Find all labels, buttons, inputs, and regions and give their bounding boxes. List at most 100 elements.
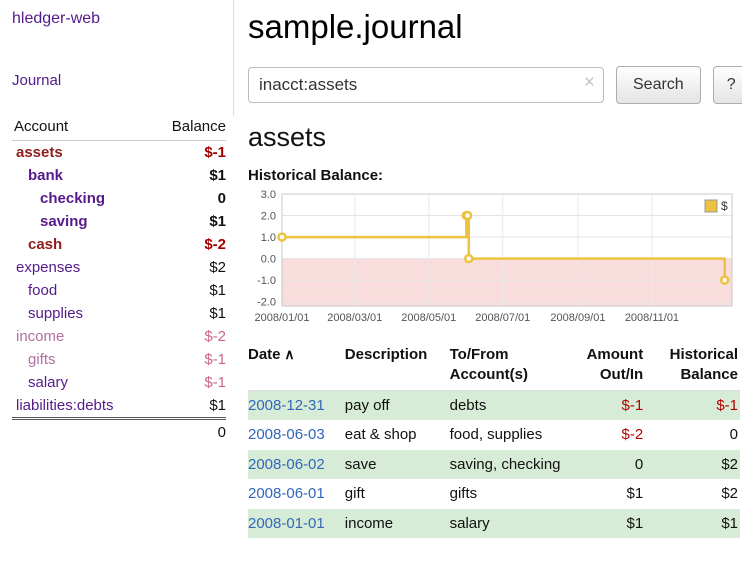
accounts-header-balance: Balance xyxy=(150,115,226,141)
search-input[interactable] xyxy=(248,67,604,103)
svg-text:1.0: 1.0 xyxy=(261,232,276,244)
account-balance: $1 xyxy=(150,279,226,302)
svg-text:2008/03/01: 2008/03/01 xyxy=(327,312,382,324)
account-row: expenses $2 xyxy=(12,256,226,279)
account-row: bank $1 xyxy=(12,164,226,187)
register-accounts: gifts xyxy=(450,479,569,509)
register-amount: $-1 xyxy=(569,390,650,420)
account-row: assets $-1 xyxy=(12,141,226,165)
account-link[interactable]: cash xyxy=(28,236,62,253)
register-col-description: Description xyxy=(345,343,450,390)
register-row: 2008-06-01 giftgifts$1$2 xyxy=(248,479,740,509)
account-link[interactable]: gifts xyxy=(28,351,56,368)
svg-text:-1.0: -1.0 xyxy=(257,275,276,287)
register-amount: $1 xyxy=(569,479,650,509)
account-link[interactable]: assets xyxy=(16,144,63,161)
register-description: save xyxy=(345,450,450,480)
svg-text:2008/09/01: 2008/09/01 xyxy=(550,312,605,324)
svg-text:$: $ xyxy=(721,199,728,213)
register-row: 2008-01-01incomesalary$1$1 xyxy=(248,509,740,539)
register-description: pay off xyxy=(345,390,450,420)
register-amount: $-2 xyxy=(569,420,650,450)
balance-chart: 3.02.01.00.0-1.0-2.02008/01/012008/03/01… xyxy=(248,190,740,333)
account-balance: $-2 xyxy=(150,233,226,256)
account-balance: $-2 xyxy=(150,325,226,348)
account-link[interactable]: bank xyxy=(28,167,63,184)
register-balance: $-1 xyxy=(649,390,740,420)
account-link[interactable]: checking xyxy=(40,190,105,207)
accounts-header-account: Account xyxy=(12,115,150,141)
search-button[interactable]: Search xyxy=(616,66,701,104)
account-row: income $-2 xyxy=(12,325,226,348)
account-balance: $-1 xyxy=(150,141,226,165)
register-amount: $1 xyxy=(569,509,650,539)
svg-text:2008/05/01: 2008/05/01 xyxy=(401,312,456,324)
svg-text:2008/11/01: 2008/11/01 xyxy=(625,312,679,324)
register-accounts: salary xyxy=(450,509,569,539)
register-amount: 0 xyxy=(569,450,650,480)
sidebar: hledger-web Journal Account Balance asse… xyxy=(0,0,238,444)
svg-text:2008/01/01: 2008/01/01 xyxy=(254,312,309,324)
account-balance: $1 xyxy=(150,164,226,187)
register-row: 2008-06-02 savesaving, checking0$2 xyxy=(248,450,740,480)
register-balance: $2 xyxy=(649,479,740,509)
register-description: income xyxy=(345,509,450,539)
svg-text:2.0: 2.0 xyxy=(261,211,276,223)
register-accounts: debts xyxy=(450,390,569,420)
account-row: gifts $-1 xyxy=(12,348,226,371)
account-row: supplies $1 xyxy=(12,302,226,325)
account-balance: 0 xyxy=(150,187,226,210)
register-balance: $1 xyxy=(649,509,740,539)
sort-asc-icon[interactable]: ∧ xyxy=(281,346,295,362)
svg-text:-2.0: -2.0 xyxy=(257,297,276,309)
account-link[interactable]: salary xyxy=(28,374,68,391)
account-row: cash $-2 xyxy=(12,233,226,256)
account-link[interactable]: expenses xyxy=(16,259,80,276)
register-table: Date ∧DescriptionTo/FromAccount(s)Amount… xyxy=(248,343,740,538)
register-accounts: saving, checking xyxy=(450,450,569,480)
account-row: liabilities:debts $1 xyxy=(12,394,226,419)
accounts-header-row: Account Balance xyxy=(12,115,226,141)
account-link[interactable]: liabilities:debts xyxy=(16,397,114,414)
register-description: gift xyxy=(345,479,450,509)
register-date-link[interactable]: 2008-12-31 xyxy=(248,397,325,414)
register-row: 2008-12-31pay offdebts$-1$-1 xyxy=(248,390,740,420)
register-balance: 0 xyxy=(649,420,740,450)
register-balance: $2 xyxy=(649,450,740,480)
accounts-total-row: 0 xyxy=(12,419,226,445)
search-row: × Search ? xyxy=(248,66,740,104)
register-date-link[interactable]: 2008-06-03 xyxy=(248,426,325,443)
account-row: food $1 xyxy=(12,279,226,302)
page-title: sample.journal xyxy=(248,8,740,46)
account-balance: $1 xyxy=(150,302,226,325)
account-link[interactable]: saving xyxy=(40,213,88,230)
register-date-link[interactable]: 2008-06-01 xyxy=(248,485,325,502)
register-row: 2008-06-03eat & shopfood, supplies$-20 xyxy=(248,420,740,450)
help-button[interactable]: ? xyxy=(713,66,742,104)
clear-search-icon[interactable]: × xyxy=(584,72,595,94)
account-balance: $-1 xyxy=(150,348,226,371)
account-link[interactable]: food xyxy=(28,282,57,299)
svg-text:2008/07/01: 2008/07/01 xyxy=(475,312,530,324)
account-link[interactable]: income xyxy=(16,328,64,345)
sidebar-item-journal[interactable]: Journal xyxy=(12,72,232,89)
register-col-accounts: To/FromAccount(s) xyxy=(450,343,569,390)
register-date-link[interactable]: 2008-06-02 xyxy=(248,456,325,473)
register-col-date[interactable]: Date ∧ xyxy=(248,343,345,390)
accounts-table: Account Balance assets $-1 bank $1 checking 0… xyxy=(12,115,226,444)
account-balance: $1 xyxy=(150,210,226,233)
chart-title: Historical Balance: xyxy=(248,167,740,184)
app-title-link[interactable]: hledger-web xyxy=(12,10,232,28)
account-row: saving $1 xyxy=(12,210,226,233)
account-link[interactable]: supplies xyxy=(28,305,83,322)
account-balance: $1 xyxy=(150,394,226,419)
register-description: eat & shop xyxy=(345,420,450,450)
account-row: salary $-1 xyxy=(12,371,226,394)
account-balance: $-1 xyxy=(150,371,226,394)
svg-text:3.0: 3.0 xyxy=(261,190,276,201)
section-title: assets xyxy=(248,122,740,153)
accounts-total-value: 0 xyxy=(150,419,226,445)
register-col-balance: HistoricalBalance xyxy=(649,343,740,390)
account-balance: $2 xyxy=(150,256,226,279)
register-date-link[interactable]: 2008-01-01 xyxy=(248,515,325,532)
